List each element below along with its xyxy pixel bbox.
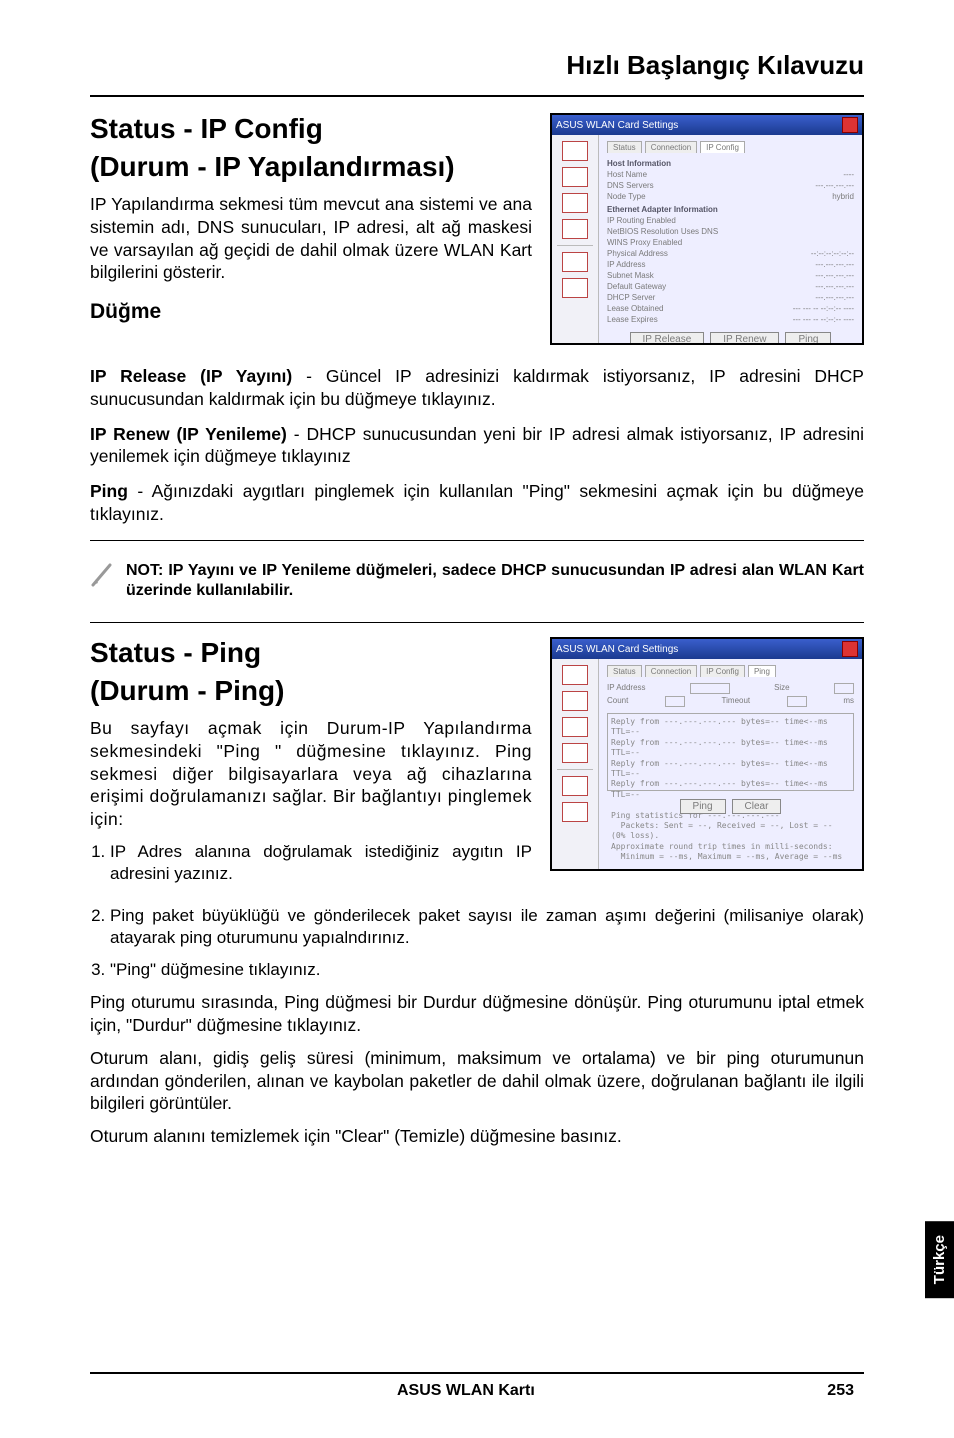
screenshot-clear-button: Clear — [732, 799, 782, 814]
screenshot-ip-release-button: IP Release — [630, 332, 705, 345]
page-header-title: Hızlı Başlangıç Kılavuzu — [90, 50, 864, 81]
screenshot-tab: Status — [607, 665, 642, 677]
sidebar-icon — [562, 252, 588, 272]
page-footer: . ASUS WLAN Kartı 253 — [90, 1364, 864, 1400]
sidebar-icon — [562, 219, 588, 239]
screenshot-sidebar — [552, 135, 599, 345]
screenshot-ip-renew-button: IP Renew — [710, 332, 779, 345]
paragraph: Ping oturumu sırasında, Ping düğmesi bir… — [90, 991, 864, 1037]
sidebar-icon — [562, 691, 588, 711]
footer-product: ASUS WLAN Kartı — [397, 1382, 535, 1400]
list-item: "Ping" düğmesine tıklayınız. — [110, 959, 864, 981]
list-item: Ping paket büyüklüğü ve gönderilecek pak… — [110, 905, 864, 949]
section-ip-config: ASUS WLAN Card Settings — [90, 113, 864, 353]
document-page: Hızlı Başlangıç Kılavuzu ASUS WLAN Card … — [0, 0, 954, 1438]
language-tab: Türkçe — [925, 1221, 954, 1298]
button-text: - Ağınızdaki aygıtları pinglemek için ku… — [90, 481, 864, 524]
screenshot-tab: Status — [607, 141, 642, 153]
note-text: NOT: IP Yayını ve IP Yenileme düğmeleri,… — [126, 561, 864, 603]
screenshot-tab-active: Ping — [748, 665, 776, 677]
screenshot-tab-active: IP Config — [700, 141, 745, 153]
ping-output-box: Reply from ---.---.---.--- bytes=-- time… — [607, 713, 854, 791]
header-rule — [90, 95, 864, 97]
sidebar-separator — [557, 769, 594, 770]
screenshot-tab: IP Config — [700, 665, 745, 677]
button-description: IP Release (IP Yayını) - Güncel IP adres… — [90, 365, 864, 411]
sidebar-icon — [562, 141, 588, 161]
paragraph: Oturum alanını temizlemek için "Clear" (… — [90, 1125, 864, 1148]
note-icon — [90, 561, 114, 603]
paragraph: Oturum alanı, gidiş geliş süresi (minimu… — [90, 1047, 864, 1115]
button-description: IP Renew (IP Yenileme) - DHCP sunucusund… — [90, 423, 864, 469]
screenshot-content-pane: Status Connection IP Config Host Informa… — [599, 135, 862, 345]
screenshot-ping-button: Ping — [680, 799, 726, 814]
screenshot-titlebar: ASUS WLAN Card Settings — [552, 115, 862, 135]
button-name: Ping — [90, 481, 128, 501]
sidebar-separator — [557, 245, 594, 246]
sidebar-icon — [562, 665, 588, 685]
footer-page-number: 253 — [827, 1382, 854, 1400]
screenshot-ip-config: ASUS WLAN Card Settings — [550, 113, 864, 345]
button-description: Ping - Ağınızdaki aygıtları pinglemek iç… — [90, 480, 864, 526]
screenshot-tab: Connection — [645, 141, 697, 153]
screenshot-tab: Connection — [645, 665, 697, 677]
footer-rule — [90, 1372, 864, 1374]
sidebar-icon — [562, 802, 588, 822]
sidebar-icon — [562, 776, 588, 796]
screenshot-title: ASUS WLAN Card Settings — [556, 120, 678, 131]
button-name: IP Release (IP Yayını) — [90, 366, 292, 386]
sidebar-icon — [562, 717, 588, 737]
close-icon — [842, 117, 858, 133]
note-rule-bottom — [90, 622, 864, 623]
note-block: NOT: IP Yayını ve IP Yenileme düğmeleri,… — [90, 555, 864, 609]
note-rule-top — [90, 540, 864, 541]
sidebar-icon — [562, 167, 588, 187]
screenshot-ping-button: Ping — [785, 332, 831, 345]
sidebar-icon — [562, 193, 588, 213]
screenshot-content-pane: Status Connection IP Config Ping IP Addr… — [599, 659, 862, 871]
close-icon — [842, 641, 858, 657]
ping-steps-list-continued: Ping paket büyüklüğü ve gönderilecek pak… — [90, 905, 864, 981]
sidebar-icon — [562, 743, 588, 763]
sidebar-icon — [562, 278, 588, 298]
screenshot-ping: ASUS WLAN Card Settings — [550, 637, 864, 871]
button-name: IP Renew (IP Yenileme) — [90, 424, 287, 444]
section-ping: ASUS WLAN Card Settings — [90, 637, 864, 895]
screenshot-sidebar — [552, 659, 599, 871]
screenshot-titlebar: ASUS WLAN Card Settings — [552, 639, 862, 659]
screenshot-title: ASUS WLAN Card Settings — [556, 644, 678, 655]
